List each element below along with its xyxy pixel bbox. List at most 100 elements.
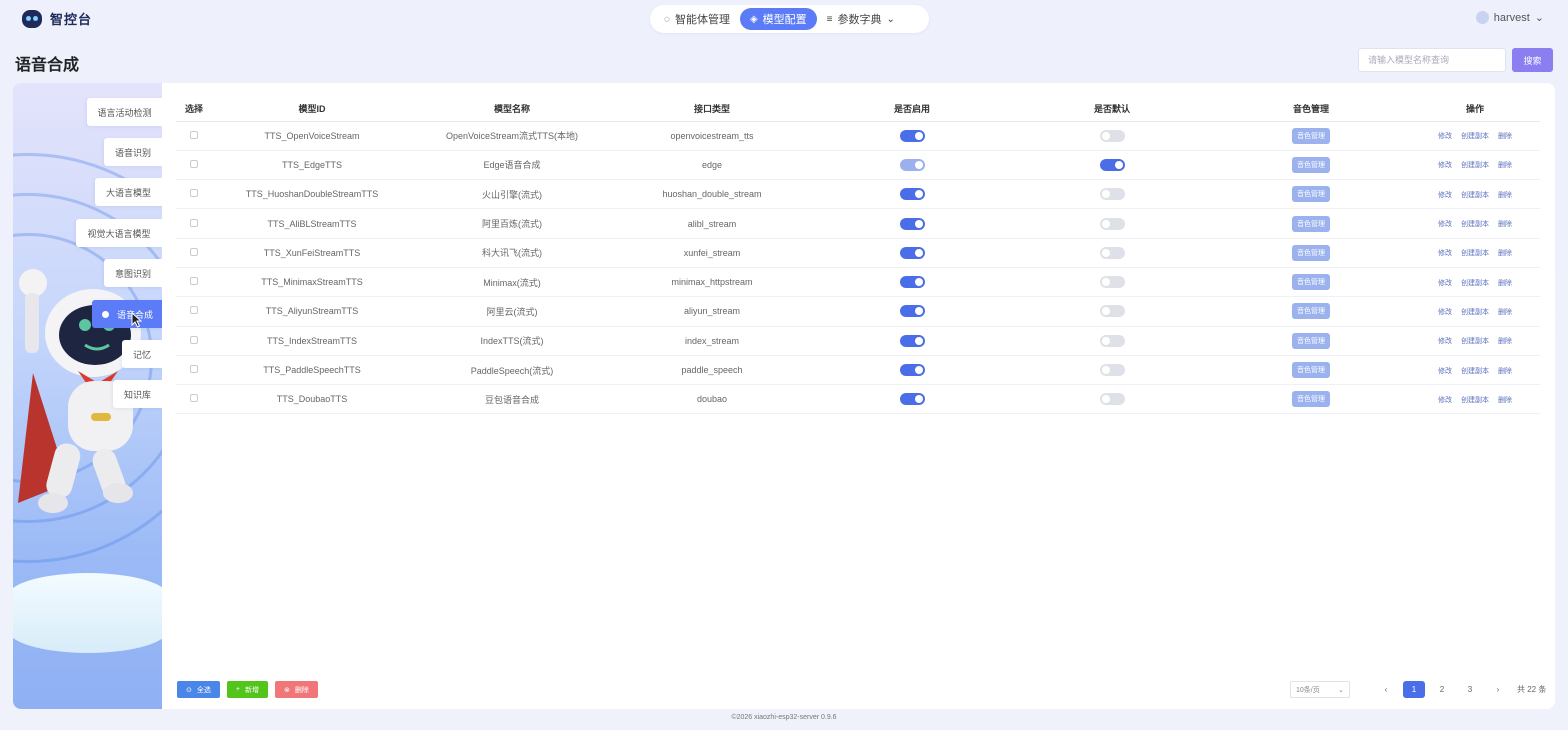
sidebar-item-memory[interactable]: 记忆 (122, 340, 162, 368)
copy-link[interactable]: 创建副本 (1461, 366, 1489, 376)
sidebar-item-asr[interactable]: 语音识别 (104, 138, 162, 166)
edit-link[interactable]: 修改 (1438, 278, 1452, 288)
voice-management-button[interactable]: 音色管理 (1292, 156, 1330, 173)
row-checkbox[interactable] (190, 306, 198, 315)
voice-management-button[interactable]: 音色管理 (1292, 332, 1330, 349)
sidebar-item-knowledge-base[interactable]: 知识库 (113, 380, 162, 408)
row-checkbox[interactable] (190, 365, 198, 374)
copy-link[interactable]: 创建副本 (1461, 336, 1489, 346)
default-toggle[interactable] (1099, 393, 1125, 406)
default-toggle[interactable] (1099, 246, 1125, 259)
default-toggle[interactable] (1099, 276, 1125, 289)
copy-link[interactable]: 创建副本 (1461, 395, 1489, 405)
delete-link[interactable]: 删除 (1498, 395, 1512, 405)
search-input[interactable] (1358, 48, 1506, 72)
page-2[interactable]: 2 (1431, 681, 1453, 698)
logo[interactable]: 智控台 (22, 9, 92, 28)
delete-link[interactable]: 删除 (1498, 190, 1512, 200)
voice-management-button[interactable]: 音色管理 (1292, 303, 1330, 320)
page-3[interactable]: 3 (1459, 681, 1481, 698)
default-toggle[interactable] (1099, 217, 1125, 230)
nav-item-model-config[interactable]: ◈ 模型配置 (739, 8, 817, 30)
copy-link[interactable]: 创建副本 (1461, 248, 1489, 258)
voice-management-button[interactable]: 音色管理 (1292, 244, 1330, 261)
sidebar-item-vad[interactable]: 语言活动检测 (87, 98, 162, 126)
enabled-toggle[interactable] (899, 158, 925, 171)
edit-link[interactable]: 修改 (1438, 248, 1452, 258)
row-checkbox[interactable] (190, 335, 198, 344)
enabled-toggle[interactable] (899, 246, 925, 259)
row-checkbox[interactable] (190, 218, 198, 227)
default-toggle[interactable] (1099, 158, 1125, 171)
delete-link[interactable]: 删除 (1498, 160, 1512, 170)
copy-link[interactable]: 创建副本 (1461, 307, 1489, 317)
next-page-icon[interactable]: › (1487, 681, 1509, 698)
enabled-toggle[interactable] (899, 276, 925, 289)
delete-link[interactable]: 删除 (1498, 366, 1512, 376)
page-size-select[interactable]: 10条/页 ⌄ (1290, 681, 1350, 698)
sidebar-item-vllm[interactable]: 视觉大语言模型 (76, 219, 162, 247)
copy-link[interactable]: 创建副本 (1461, 160, 1489, 170)
copy-link[interactable]: 创建副本 (1461, 219, 1489, 229)
prev-page-icon[interactable]: ‹ (1375, 681, 1397, 698)
page-1[interactable]: 1 (1403, 681, 1425, 698)
voice-cell: 音色管理 (1212, 150, 1410, 181)
enabled-toggle[interactable] (899, 364, 925, 377)
enabled-toggle[interactable] (899, 217, 925, 230)
row-checkbox[interactable] (190, 277, 198, 286)
edit-link[interactable]: 修改 (1438, 160, 1452, 170)
sidebar-item-intent[interactable]: 意图识别 (104, 259, 162, 287)
add-button[interactable]: + 新增 (226, 681, 268, 698)
column-header-ops: 操作 (1410, 97, 1540, 122)
nav-item-param-dictionary[interactable]: ≡ 参数字典 ⌄ (817, 8, 905, 30)
voice-management-button[interactable]: 音色管理 (1292, 186, 1330, 203)
row-checkbox[interactable] (190, 394, 198, 403)
row-checkbox[interactable] (190, 130, 198, 139)
default-toggle[interactable] (1099, 305, 1125, 318)
voice-cell: 音色管理 (1212, 355, 1410, 386)
user-menu[interactable]: harvest ⌄ (1475, 11, 1544, 24)
select-all-button[interactable]: ⊙ 全选 (177, 681, 220, 698)
row-checkbox[interactable] (190, 189, 198, 198)
edit-link[interactable]: 修改 (1438, 219, 1452, 229)
edit-link[interactable]: 修改 (1438, 366, 1452, 376)
sidebar-item-tts[interactable]: 语音合成 (92, 300, 162, 328)
voice-management-button[interactable]: 音色管理 (1292, 362, 1330, 379)
copy-link[interactable]: 创建副本 (1461, 278, 1489, 288)
search-button[interactable]: 搜索 (1512, 48, 1553, 72)
delete-button[interactable]: ⊗ 删除 (274, 681, 318, 698)
row-checkbox[interactable] (190, 247, 198, 256)
voice-management-button[interactable]: 音色管理 (1292, 274, 1330, 291)
default-toggle[interactable] (1099, 129, 1125, 142)
delete-link[interactable]: 删除 (1498, 131, 1512, 141)
enabled-toggle[interactable] (899, 305, 925, 318)
row-checkbox[interactable] (190, 159, 198, 168)
edit-link[interactable]: 修改 (1438, 336, 1452, 346)
sidebar-item-llm[interactable]: 大语言模型 (95, 178, 162, 206)
edit-link[interactable]: 修改 (1438, 307, 1452, 317)
default-toggle[interactable] (1099, 364, 1125, 377)
voice-management-button[interactable]: 音色管理 (1292, 127, 1330, 144)
edit-link[interactable]: 修改 (1438, 190, 1452, 200)
delete-link[interactable]: 删除 (1498, 278, 1512, 288)
edit-link[interactable]: 修改 (1438, 131, 1452, 141)
default-toggle[interactable] (1099, 334, 1125, 347)
voice-management-button[interactable]: 音色管理 (1292, 215, 1330, 232)
delete-link[interactable]: 删除 (1498, 307, 1512, 317)
delete-link[interactable]: 删除 (1498, 248, 1512, 258)
delete-link[interactable]: 删除 (1498, 336, 1512, 346)
nav-item-agent-management[interactable]: ◌ 智能体管理 (654, 8, 740, 30)
delete-link[interactable]: 删除 (1498, 219, 1512, 229)
model-id-cell: TTS_HuoshanDoubleStreamTTS (212, 179, 412, 210)
enabled-toggle[interactable] (899, 129, 925, 142)
copy-link[interactable]: 创建副本 (1461, 131, 1489, 141)
voice-management-button[interactable]: 音色管理 (1292, 391, 1330, 408)
default-toggle[interactable] (1099, 188, 1125, 201)
voice-cell: 音色管理 (1212, 267, 1410, 298)
enabled-toggle[interactable] (899, 334, 925, 347)
edit-link[interactable]: 修改 (1438, 395, 1452, 405)
enabled-toggle[interactable] (899, 393, 925, 406)
model-name-cell: 阿里百炼(流式) (412, 208, 612, 239)
enabled-toggle[interactable] (899, 188, 925, 201)
copy-link[interactable]: 创建副本 (1461, 190, 1489, 200)
